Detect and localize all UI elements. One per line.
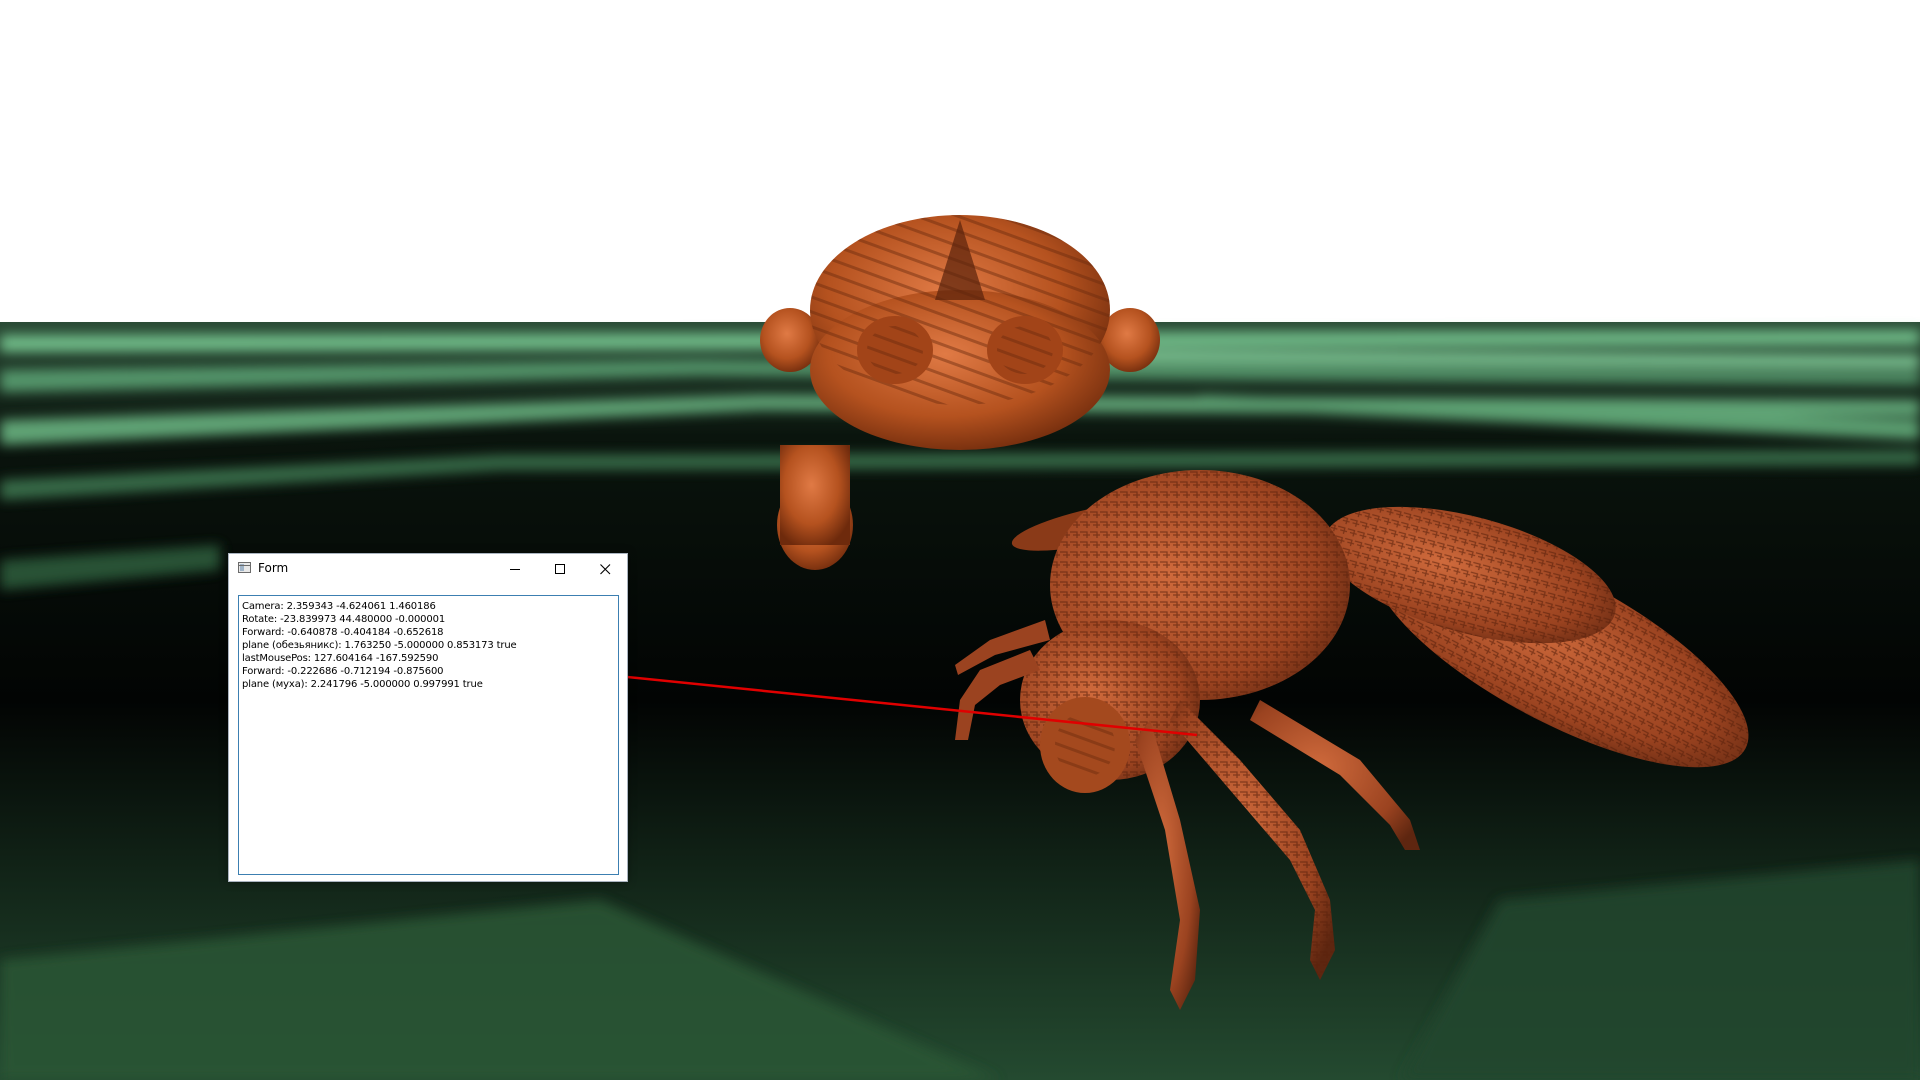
minimize-icon: [510, 568, 520, 570]
close-icon: [600, 563, 611, 574]
minimize-button[interactable]: [493, 554, 538, 584]
window-title: Form: [258, 561, 289, 575]
log-line: plane (обезьяникс): 1.763250 -5.000000 0…: [242, 640, 517, 651]
log-line: Forward: -0.640878 -0.404184 -0.652618: [242, 627, 444, 638]
log-line: lastMousePos: 127.604164 -167.592590: [242, 653, 439, 664]
log-line: Rotate: -23.839973 44.480000 -0.000001: [242, 614, 446, 625]
log-line: Camera: 2.359343 -4.624061 1.460186: [242, 601, 436, 612]
maximize-button[interactable]: [538, 554, 583, 584]
render-viewport[interactable]: [0, 0, 1920, 1080]
maximize-icon: [555, 563, 565, 574]
close-button[interactable]: [583, 554, 628, 584]
log-line: plane (муха): 2.241796 -5.000000 0.99799…: [242, 679, 483, 690]
app-icon: [238, 562, 251, 573]
log-line: Forward: -0.222686 -0.712194 -0.875600: [242, 666, 444, 677]
title-bar[interactable]: Form: [229, 554, 627, 584]
log-textbox[interactable]: Camera: 2.359343 -4.624061 1.460186 Rota…: [238, 595, 619, 875]
form-window[interactable]: Form Camera: 2.359343 -4.624061 1.460186…: [228, 553, 628, 882]
